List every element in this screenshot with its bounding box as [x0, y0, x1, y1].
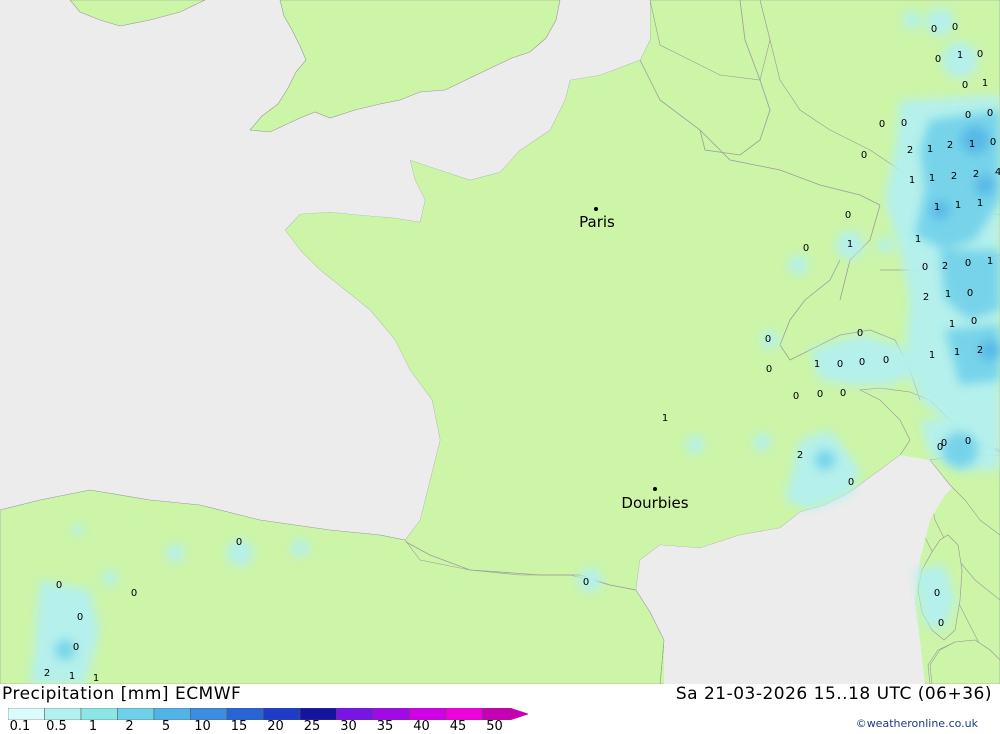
legend-label: 45 [449, 719, 467, 734]
legend-label: 20 [267, 719, 284, 734]
legend-label: 25 [303, 719, 321, 734]
precip-value: 0 [765, 334, 771, 345]
precip-value: 1 [909, 175, 915, 186]
precip-value: 0 [931, 24, 937, 35]
precip-value: 0 [922, 262, 928, 273]
precip-value: 0 [56, 580, 62, 591]
precip-value: 0 [583, 577, 589, 588]
precip-value: 0 [938, 618, 944, 629]
legend-label: 40 [413, 719, 430, 734]
precip-value: 1 [69, 671, 75, 682]
weather-map: 0 0 0 1 0 0 1 0 0 0 0 2 1 2 1 0 0 1 1 2 2 4 1 1 1 1 2 0 1 0 2 1 0 1 0 1 1 2 0 0… [0, 0, 1000, 684]
map-title: Precipitation [mm] ECMWF [2, 684, 242, 704]
precip-value: 0 [962, 80, 968, 91]
precip-value: 0 [766, 364, 772, 375]
precip-value: 1 [945, 289, 951, 300]
legend-swatch [117, 708, 155, 720]
precip-value: 0 [901, 118, 907, 129]
precip-value: 0 [793, 391, 799, 402]
valid-time: Sa 21-03-2026 15..18 UTC (06+36) [675, 684, 992, 704]
precip-value: 2 [797, 450, 803, 461]
precip-value: 0 [977, 49, 983, 60]
precip-value: 0 [971, 316, 977, 327]
footer: Precipitation [mm] ECMWF Sa 21-03-2026 1… [0, 684, 1000, 734]
precip-value: 1 [847, 239, 853, 250]
precip-value: 1 [662, 413, 668, 424]
precip-value: 0 [937, 442, 943, 453]
precip-value: 0 [73, 642, 79, 653]
legend-swatch [80, 708, 118, 720]
precip-value: 0 [861, 150, 867, 161]
precip-value: 1 [814, 359, 820, 370]
precip-value: 0 [934, 588, 940, 599]
precip-value: 0 [859, 357, 865, 368]
precip-value: 0 [967, 288, 973, 299]
precip-value: 2 [942, 261, 948, 272]
precip-value: 1 [957, 50, 963, 61]
legend-arrow [511, 708, 528, 720]
precip-value: 2 [923, 292, 929, 303]
precip-value: 0 [845, 210, 851, 221]
precip-value: 2 [44, 668, 50, 679]
precip-value: 1 [927, 144, 933, 155]
legend-label: 30 [340, 719, 357, 734]
precip-value: 1 [987, 256, 993, 267]
precip-value: 0 [236, 537, 242, 548]
precip-value: 0 [77, 612, 83, 623]
legend-label: 2 [125, 719, 134, 734]
precip-value: 1 [915, 234, 921, 245]
precip-value: 2 [947, 140, 953, 151]
precip-value: 2 [973, 169, 979, 180]
precip-value: 1 [93, 673, 99, 684]
precip-value: 0 [817, 389, 823, 400]
precip-value: 0 [857, 328, 863, 339]
legend-label: 35 [376, 719, 394, 734]
precip-value: 1 [929, 173, 935, 184]
precip-value: 2 [977, 345, 983, 356]
precip-value: 0 [965, 258, 971, 269]
precip-value: 0 [131, 588, 137, 599]
credit-link[interactable]: ©weatheronline.co.uk [856, 717, 978, 730]
legend-label: 15 [230, 719, 248, 734]
precip-value: 1 [955, 200, 961, 211]
city-label-dourbies: Dourbies [621, 494, 688, 512]
legend-label: 10 [194, 719, 211, 734]
precip-value: 0 [987, 108, 993, 119]
legend-swatch [153, 708, 191, 720]
precip-value: 1 [929, 350, 935, 361]
legend-label: 0.5 [46, 719, 67, 734]
precip-value: 0 [883, 355, 889, 366]
precip-value: 0 [952, 22, 958, 33]
precip-value: 2 [907, 145, 913, 156]
precip-value: 0 [837, 359, 843, 370]
precip-value: 4 [995, 167, 1000, 178]
legend-label: 5 [161, 719, 171, 734]
precip-value: 1 [982, 78, 988, 89]
precip-value: 0 [965, 436, 971, 447]
precip-value: 0 [848, 477, 854, 488]
precip-value: 0 [840, 388, 846, 399]
precip-value: 1 [969, 139, 975, 150]
city-marker-paris [594, 207, 598, 211]
precip-value: 0 [990, 137, 996, 148]
precip-value: 0 [803, 243, 809, 254]
precip-value: 1 [949, 319, 955, 330]
precip-value: 0 [879, 119, 885, 130]
legend-label: 1 [88, 719, 98, 734]
city-label-paris: Paris [579, 213, 615, 231]
precip-value: 1 [954, 347, 960, 358]
precip-value: 2 [951, 171, 957, 182]
precip-value: 1 [977, 198, 983, 209]
precip-value: 0 [965, 110, 971, 121]
legend-label: 0.1 [9, 719, 31, 734]
precip-value: 1 [934, 202, 940, 213]
legend-label: 50 [486, 719, 503, 734]
city-marker-dourbies [653, 487, 657, 491]
precip-value: 0 [935, 54, 941, 65]
